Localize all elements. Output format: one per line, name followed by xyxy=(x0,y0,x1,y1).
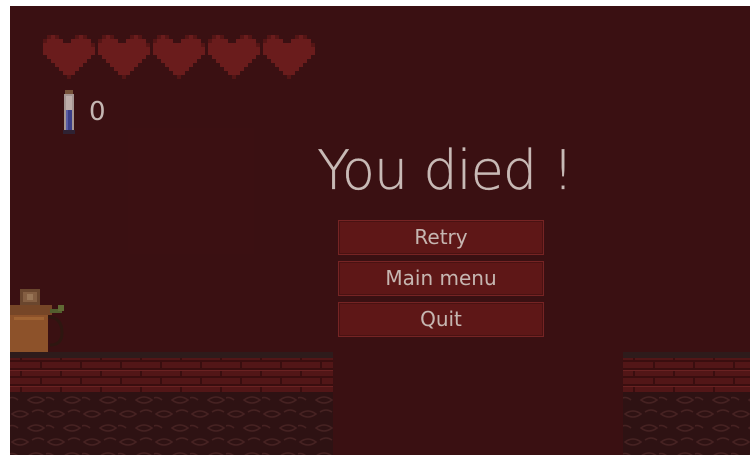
heart-empty-icon xyxy=(208,35,260,79)
ground-platform-right xyxy=(623,352,750,455)
game-viewport: 0 You died ! Retry Main menu Quit xyxy=(10,6,750,455)
chest-icon xyxy=(10,289,64,355)
heart-empty-icon xyxy=(263,35,315,79)
potion-bottle-icon xyxy=(63,90,75,134)
health-bar xyxy=(43,35,315,79)
quit-button[interactable]: Quit xyxy=(338,302,544,337)
heart-empty-icon xyxy=(98,35,150,79)
heart-empty-icon xyxy=(43,35,95,79)
potion-counter: 0 xyxy=(63,90,107,134)
pit xyxy=(333,352,623,455)
death-title: You died ! xyxy=(317,139,574,202)
retry-button[interactable]: Retry xyxy=(338,220,544,255)
ground-platform-left xyxy=(10,352,333,455)
potion-count: 0 xyxy=(89,97,107,127)
heart-empty-icon xyxy=(153,35,205,79)
main-menu-button[interactable]: Main menu xyxy=(338,261,544,296)
